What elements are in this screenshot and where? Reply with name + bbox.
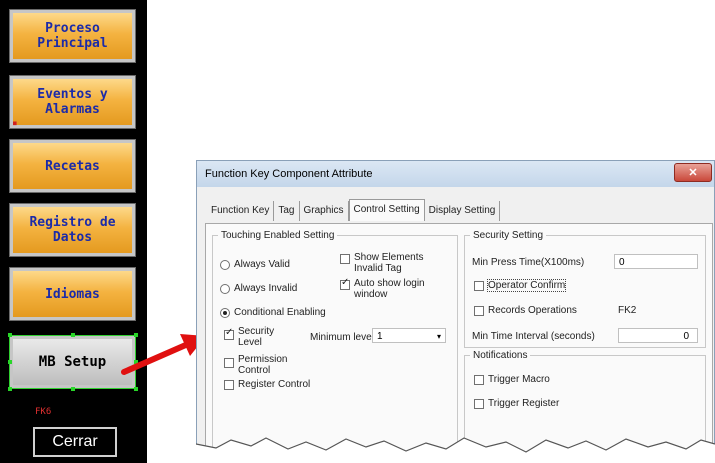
records-operations-label: Records Operations bbox=[488, 305, 577, 316]
eventos-alarmas-button[interactable]: Eventos y Alarmas bbox=[9, 75, 136, 129]
torn-edge-decoration bbox=[196, 437, 715, 463]
tag-marker: ■ bbox=[13, 120, 17, 127]
control-setting-panel: Touching Enabled Setting Always Valid Al… bbox=[205, 223, 713, 462]
register-control-label: Register Control bbox=[238, 379, 311, 390]
tab-graphics[interactable]: Graphics bbox=[300, 201, 349, 221]
hmi-screen: Proceso Principal Eventos y Alarmas ■ Re… bbox=[0, 0, 147, 463]
selection-handle[interactable] bbox=[8, 387, 12, 391]
conditional-enabling-label: Conditional Enabling bbox=[234, 307, 326, 318]
close-icon[interactable]: ✕ bbox=[674, 163, 712, 182]
min-time-interval-label: Min Time Interval (seconds) bbox=[472, 331, 595, 342]
permission-control-checkbox[interactable] bbox=[224, 358, 234, 368]
security-level-checkbox[interactable] bbox=[224, 327, 234, 340]
register-control-checkbox[interactable] bbox=[224, 380, 234, 390]
registro-datos-button[interactable]: Registro de Datos bbox=[9, 203, 136, 257]
recetas-button[interactable]: Recetas bbox=[9, 139, 136, 193]
trigger-register-label: Trigger Register bbox=[488, 398, 560, 409]
mb-setup-button[interactable]: MB Setup bbox=[9, 335, 136, 389]
cerrar-button[interactable]: Cerrar bbox=[33, 427, 117, 457]
records-operations-value: FK2 bbox=[618, 305, 637, 316]
chevron-down-icon: ▾ bbox=[436, 332, 441, 341]
selection-handle[interactable] bbox=[8, 333, 12, 337]
show-elements-label: Show Elements Invalid Tag bbox=[354, 252, 424, 274]
dialog-titlebar[interactable]: Function Key Component Attribute bbox=[197, 161, 714, 187]
min-time-interval-field[interactable]: 0 bbox=[618, 328, 698, 343]
selection-handle[interactable] bbox=[71, 387, 75, 391]
tab-display-setting[interactable]: Display Setting bbox=[425, 201, 501, 221]
tab-function-key[interactable]: Function Key bbox=[207, 201, 275, 221]
dialog-title: Function Key Component Attribute bbox=[205, 168, 373, 180]
operator-confirm-checkbox[interactable] bbox=[474, 281, 484, 291]
always-valid-radio[interactable] bbox=[220, 260, 230, 270]
security-setting-legend: Security Setting bbox=[473, 230, 544, 241]
trigger-macro-label: Trigger Macro bbox=[488, 374, 550, 385]
operator-confirm-label: Operator Confirm bbox=[486, 279, 567, 292]
tab-control-setting[interactable]: Control Setting bbox=[348, 199, 425, 221]
records-operations-checkbox[interactable] bbox=[474, 306, 484, 316]
always-invalid-label: Always Invalid bbox=[234, 283, 298, 294]
minimum-level-label: Minimum level bbox=[310, 332, 374, 343]
function-key-attribute-dialog: Function Key Component Attribute ✕ Funct… bbox=[196, 160, 715, 463]
permission-control-label: Permission Control bbox=[238, 354, 288, 376]
always-valid-label: Always Valid bbox=[234, 259, 290, 270]
selection-handle[interactable] bbox=[134, 387, 138, 391]
touching-enabled-legend: Touching Enabled Setting bbox=[221, 230, 335, 241]
selection-handle[interactable] bbox=[8, 360, 12, 364]
min-press-time-field[interactable]: 0 bbox=[614, 254, 698, 269]
trigger-register-checkbox[interactable] bbox=[474, 399, 484, 409]
minimum-level-select[interactable]: 1 ▾ bbox=[372, 328, 446, 343]
proceso-principal-button[interactable]: Proceso Principal bbox=[9, 9, 136, 63]
selection-handle[interactable] bbox=[71, 333, 75, 337]
notifications-legend: Notifications bbox=[473, 350, 528, 361]
always-invalid-radio[interactable] bbox=[220, 284, 230, 294]
auto-show-login-label: Auto show login window bbox=[354, 278, 425, 300]
trigger-macro-checkbox[interactable] bbox=[474, 375, 484, 385]
tab-tag[interactable]: Tag bbox=[274, 201, 300, 221]
security-level-label: Security Level bbox=[238, 326, 275, 348]
tab-strip: Function Key Tag Graphics Control Settin… bbox=[207, 199, 501, 221]
fk6-tag-label: FK6 bbox=[35, 407, 52, 417]
auto-show-login-checkbox[interactable] bbox=[340, 277, 350, 290]
idiomas-button[interactable]: Idiomas bbox=[9, 267, 136, 321]
min-press-time-label: Min Press Time(X100ms) bbox=[472, 257, 585, 268]
show-elements-checkbox[interactable] bbox=[340, 254, 350, 264]
minimum-level-value: 1 bbox=[377, 331, 383, 342]
conditional-enabling-radio[interactable] bbox=[220, 308, 230, 318]
